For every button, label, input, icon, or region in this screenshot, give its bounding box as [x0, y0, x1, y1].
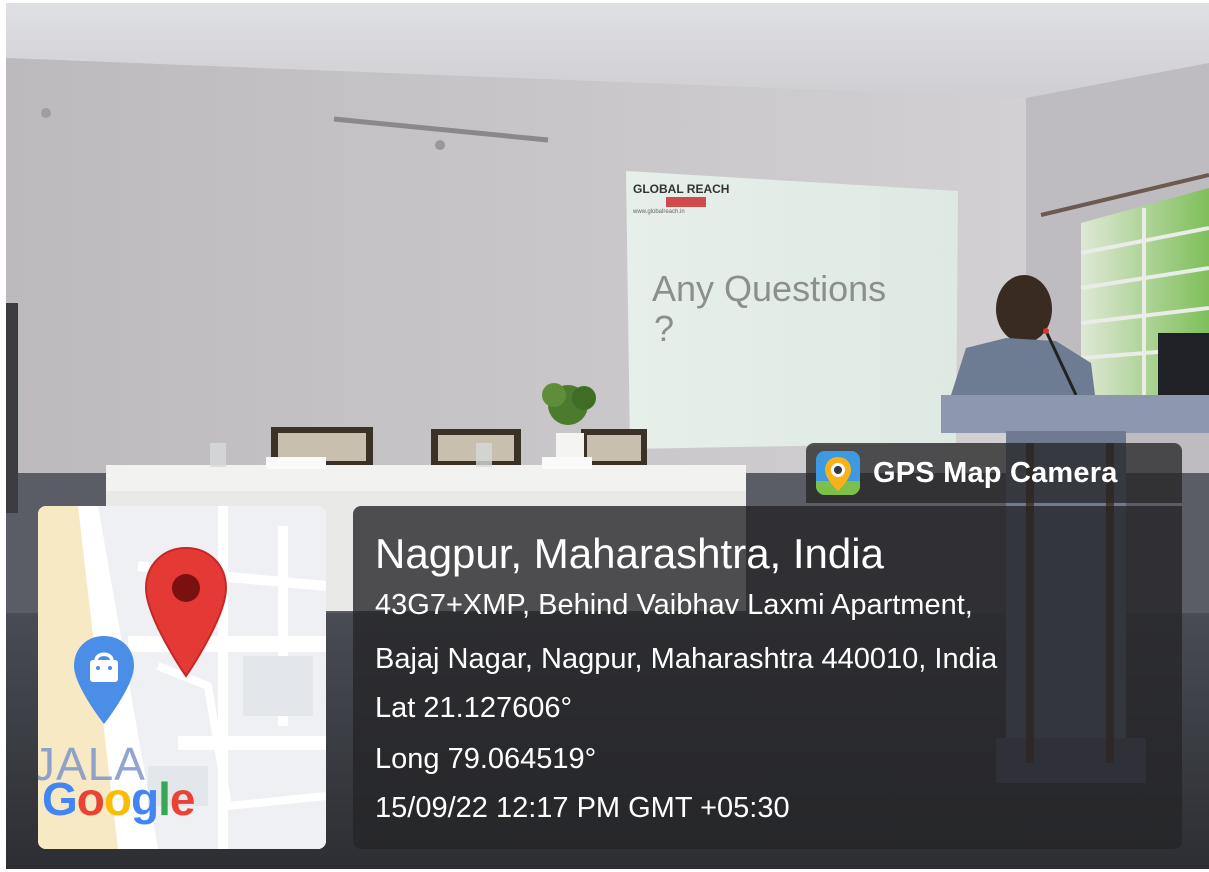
projector-url: www.globalreach.in	[632, 209, 685, 215]
address-line-1: 43G7+XMP, Behind Vaibhav Laxmi Apartment…	[375, 589, 973, 621]
latitude: Lat 21.127606°	[375, 692, 573, 724]
timestamp: 15/09/22 12:17 PM GMT +05:30	[375, 792, 790, 824]
address-line-2: Bajaj Nagar, Nagpur, Maharashtra 440010,…	[375, 643, 998, 675]
location-pin-icon	[144, 546, 228, 678]
place-title: Nagpur, Maharashtra, India	[375, 530, 884, 577]
shopping-bag-icon	[74, 636, 134, 724]
slide-question-mark: ?	[654, 308, 674, 349]
location-info-panel: Nagpur, Maharashtra, India 43G7+XMP, Beh…	[353, 506, 1182, 849]
app-badge: GPS Map Camera	[806, 443, 1182, 503]
gps-camera-icon	[816, 451, 860, 495]
app-name: GPS Map Camera	[873, 456, 1118, 489]
google-logo: Google	[42, 773, 195, 825]
location-map-thumbnail: JALA Google	[38, 506, 326, 849]
projector-logo: GLOBAL REACH	[633, 182, 729, 196]
geotagged-photo: GLOBAL REACH www.globalreach.in Any Ques…	[6, 3, 1209, 869]
longitude: Long 79.064519°	[375, 743, 597, 775]
slide-heading: Any Questions	[652, 268, 886, 309]
